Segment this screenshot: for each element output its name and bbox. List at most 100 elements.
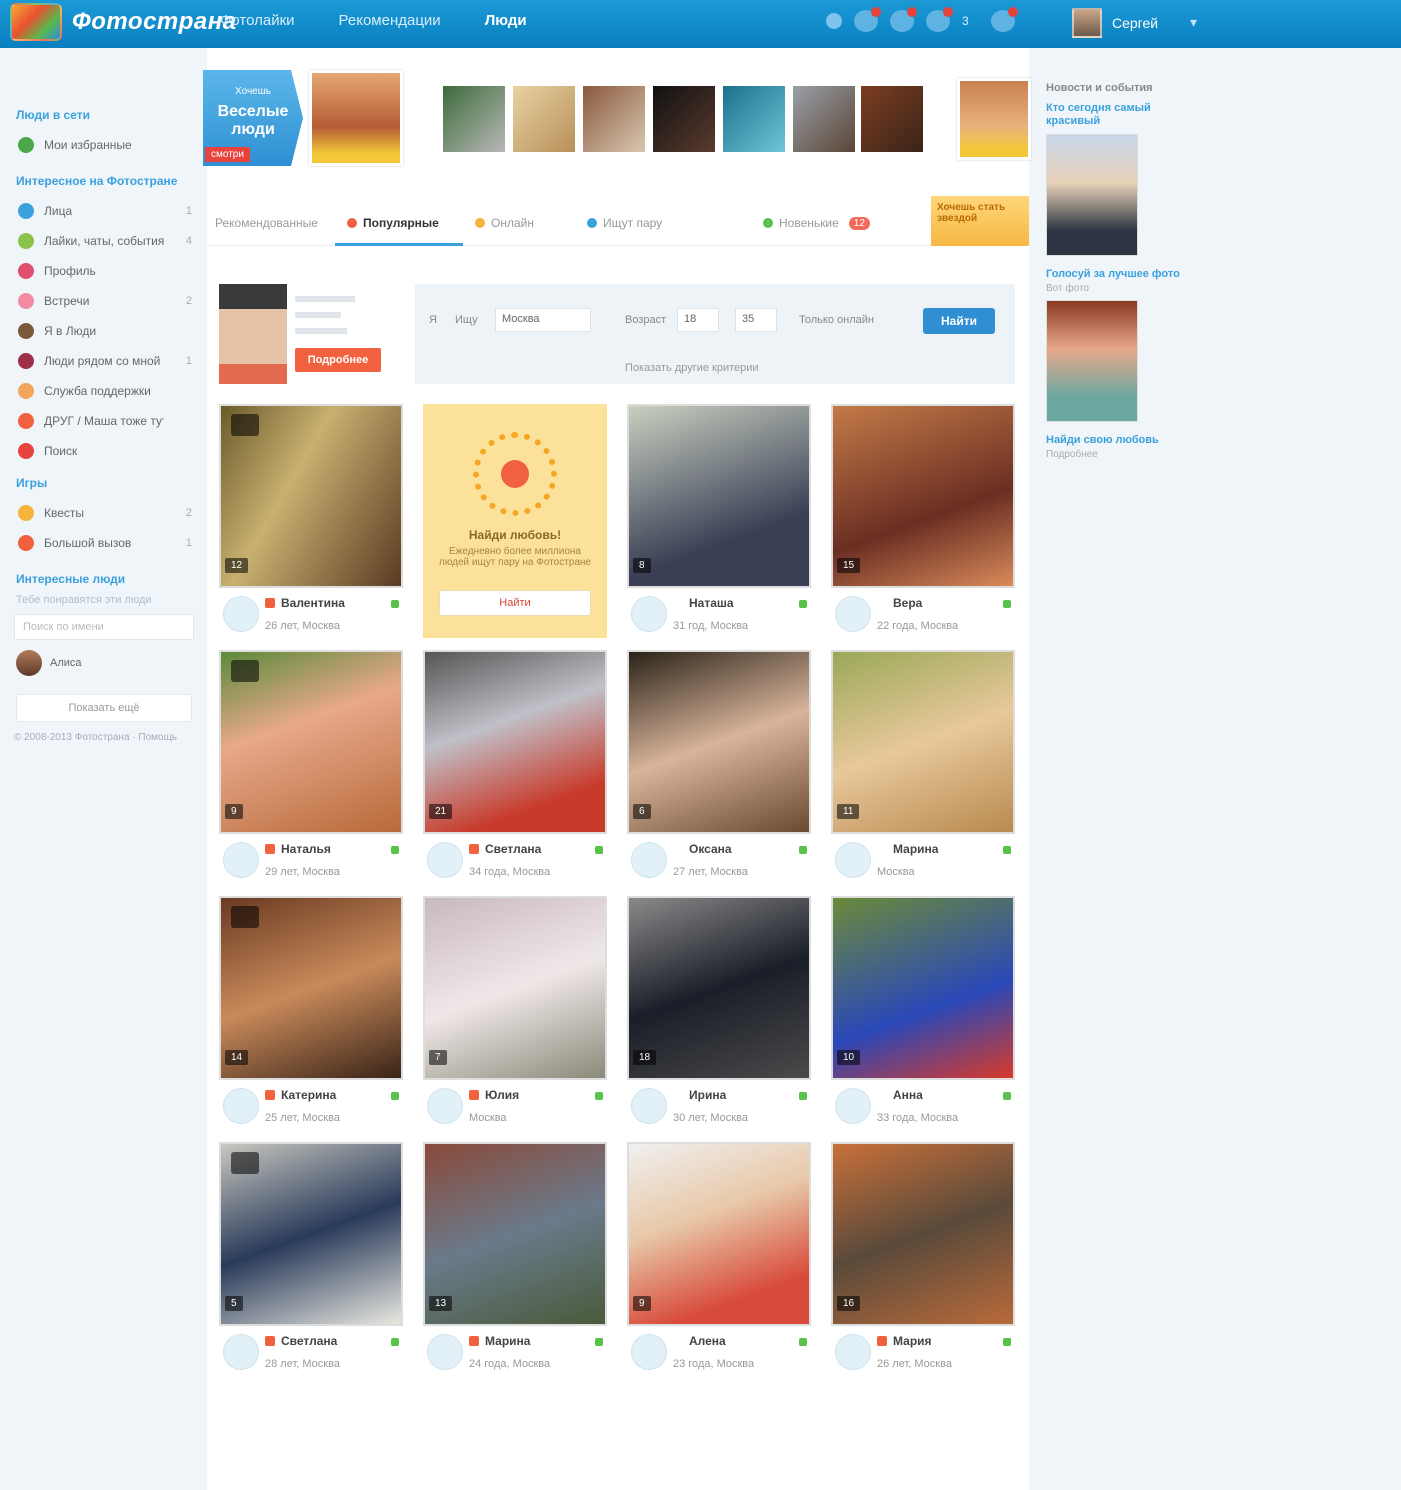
- age-to-select[interactable]: 35: [735, 308, 777, 332]
- strip-photo[interactable]: [861, 86, 923, 152]
- user-menu[interactable]: Сергей: [1072, 8, 1158, 38]
- person-card[interactable]: 6 Оксана 27 лет, Москва: [627, 650, 811, 884]
- section-title-games[interactable]: Игры: [16, 476, 198, 490]
- person-name[interactable]: Наташа: [689, 596, 734, 610]
- person-card[interactable]: 9 Наталья 29 лет, Москва: [219, 650, 403, 884]
- avatar[interactable]: [223, 1334, 259, 1370]
- avatar[interactable]: [835, 596, 871, 632]
- tab-seeking[interactable]: Ищут пару: [587, 216, 662, 230]
- news-photo[interactable]: [1046, 134, 1138, 256]
- sidebar-item[interactable]: Люди рядом со мной 1: [10, 346, 198, 376]
- person-card[interactable]: 16 Мария 26 лет, Москва: [831, 1142, 1015, 1376]
- strip-photo[interactable]: [793, 86, 855, 152]
- avatar[interactable]: [835, 842, 871, 878]
- person-name[interactable]: Валентина: [281, 596, 345, 610]
- person-name[interactable]: Юлия: [485, 1088, 519, 1102]
- person-card[interactable]: 10 Анна 33 года, Москва: [831, 896, 1015, 1130]
- person-name[interactable]: Оксана: [689, 842, 732, 856]
- sidebar-item[interactable]: Служба поддержки: [10, 376, 198, 406]
- person-photo[interactable]: [627, 1142, 811, 1326]
- person-card[interactable]: 18 Ирина 30 лет, Москва: [627, 896, 811, 1130]
- avatar[interactable]: [1072, 8, 1102, 38]
- logo-icon[interactable]: [10, 3, 62, 41]
- gifts-icon[interactable]: [990, 7, 1018, 32]
- person-name[interactable]: Светлана: [485, 842, 541, 856]
- guests-icon[interactable]: [890, 7, 917, 32]
- sidebar-item[interactable]: Профиль: [10, 256, 198, 286]
- show-more-button[interactable]: Показать ещё: [16, 694, 192, 722]
- heart-icon[interactable]: [265, 1336, 275, 1346]
- person-card[interactable]: 13 Марина 24 года, Москва: [423, 1142, 607, 1376]
- avatar[interactable]: [427, 1088, 463, 1124]
- person-name[interactable]: Катерина: [281, 1088, 336, 1102]
- sidebar-item[interactable]: Я в Люди: [10, 316, 198, 346]
- strip-photo[interactable]: [583, 86, 645, 152]
- person-photo[interactable]: [627, 650, 811, 834]
- person-card[interactable]: 12 Валентина 26 лет, Москва: [219, 404, 403, 638]
- section-title-interesting[interactable]: Интересное на Фотостране: [16, 174, 198, 188]
- person-card[interactable]: 9 Алена 23 года, Москва: [627, 1142, 811, 1376]
- city-select[interactable]: Москва: [495, 308, 591, 332]
- avatar[interactable]: [219, 284, 287, 384]
- tab-popular[interactable]: Популярные: [347, 216, 439, 230]
- game-item[interactable]: Квесты 2: [10, 498, 198, 528]
- news-photo[interactable]: [1046, 300, 1138, 422]
- avatar[interactable]: [223, 596, 259, 632]
- person-name[interactable]: Светлана: [281, 1334, 337, 1348]
- section-title-online[interactable]: Люди в сети: [16, 108, 198, 122]
- avatar[interactable]: [835, 1334, 871, 1370]
- sidebar-item[interactable]: Лица 1: [10, 196, 198, 226]
- search-input[interactable]: Поиск по имени: [14, 614, 194, 640]
- tab-recommended[interactable]: Рекомендованные: [215, 216, 318, 230]
- sidebar-item-favorites[interactable]: Мои избранные: [10, 130, 198, 160]
- sidebar-item[interactable]: Лайки, чаты, события 4: [10, 226, 198, 256]
- profile-cta-button[interactable]: Подробнее: [295, 348, 381, 372]
- person-photo[interactable]: [627, 404, 811, 588]
- news-link[interactable]: Кто сегодня самый красивый: [1046, 102, 1186, 128]
- heart-icon[interactable]: [265, 844, 275, 854]
- messages-icon[interactable]: [854, 7, 881, 32]
- heart-icon[interactable]: [265, 1090, 275, 1100]
- person-card[interactable]: 21 Светлана 34 года, Москва: [423, 650, 607, 884]
- strip-photo[interactable]: [723, 86, 785, 152]
- person-card[interactable]: 5 Светлана 28 лет, Москва: [219, 1142, 403, 1376]
- person-name[interactable]: Наталья: [281, 842, 331, 856]
- section-title-people[interactable]: Интересные люди: [16, 572, 198, 586]
- person-name[interactable]: Анна: [893, 1088, 923, 1102]
- featured-photo[interactable]: [957, 78, 1031, 160]
- sidebar-item[interactable]: Поиск: [10, 436, 198, 466]
- heart-icon[interactable]: [265, 598, 275, 608]
- tab-online[interactable]: Онлайн: [475, 216, 534, 230]
- online-only-checkbox[interactable]: Только онлайн: [799, 314, 874, 326]
- nav-recommendations[interactable]: Рекомендации: [339, 12, 441, 29]
- avatar[interactable]: [223, 842, 259, 878]
- person-name[interactable]: Вера: [893, 596, 922, 610]
- user-name[interactable]: Сергей: [1112, 15, 1158, 31]
- nav-photolikes[interactable]: Фотолайки: [220, 12, 295, 29]
- person-card[interactable]: 8 Наташа 31 год, Москва: [627, 404, 811, 638]
- person-name[interactable]: Ирина: [689, 1088, 726, 1102]
- heart-icon[interactable]: [469, 1336, 479, 1346]
- avatar[interactable]: [427, 842, 463, 878]
- avatar[interactable]: [631, 1334, 667, 1370]
- tab-promo-banner[interactable]: Хочешь стать звездой: [931, 196, 1029, 246]
- strip-photo[interactable]: [513, 86, 575, 152]
- promo-button[interactable]: Найти: [439, 590, 591, 616]
- nav-people[interactable]: Люди: [485, 12, 527, 29]
- person-name[interactable]: Марина: [893, 842, 938, 856]
- person-card[interactable]: 7 Юлия Москва: [423, 896, 607, 1130]
- person-name[interactable]: Марина: [485, 1334, 530, 1348]
- avatar[interactable]: [631, 1088, 667, 1124]
- sidebar-item[interactable]: Встречи 2: [10, 286, 198, 316]
- search-icon[interactable]: [826, 13, 842, 29]
- avatar[interactable]: [631, 842, 667, 878]
- person-card[interactable]: 11 Марина Москва: [831, 650, 1015, 884]
- age-from-select[interactable]: 18: [677, 308, 719, 332]
- person-card[interactable]: 14 Катерина 25 лет, Москва: [219, 896, 403, 1130]
- person-name[interactable]: Алена: [689, 1334, 726, 1348]
- logo-text[interactable]: Фотострана: [72, 8, 237, 36]
- news-link[interactable]: Найди свою любовь: [1046, 434, 1186, 447]
- heart-icon[interactable]: [469, 844, 479, 854]
- friend-item[interactable]: Алиса: [16, 650, 192, 676]
- tab-new[interactable]: Новенькие 12: [763, 216, 870, 230]
